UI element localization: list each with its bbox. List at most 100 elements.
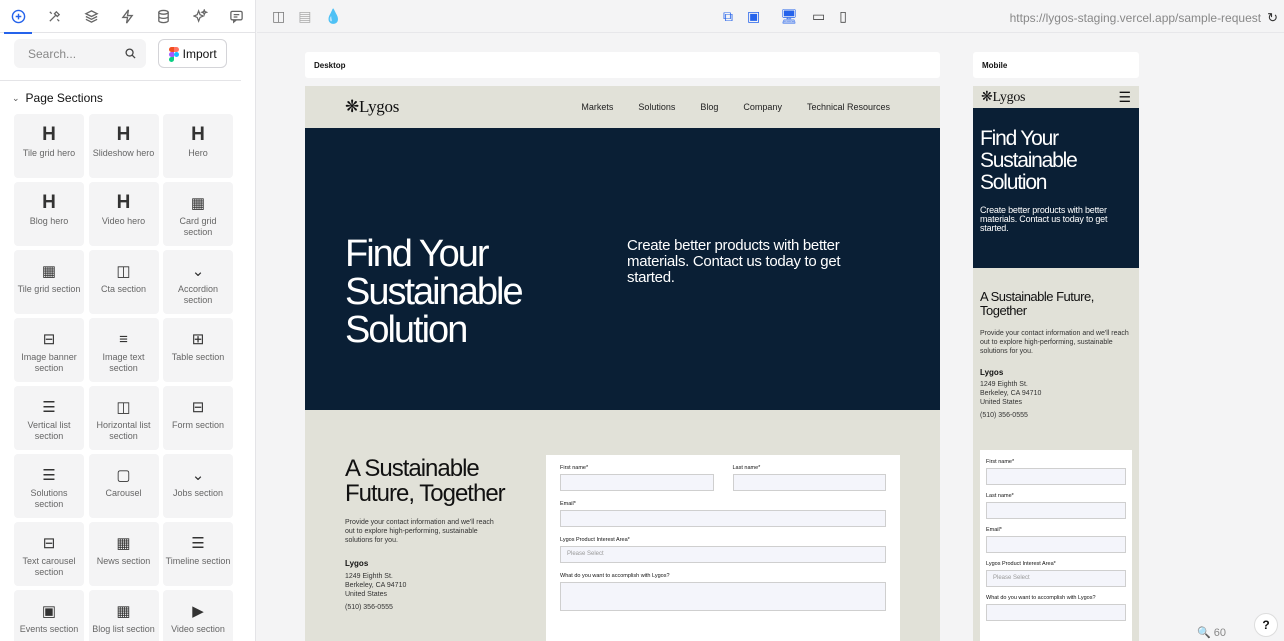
component-label: Image text section <box>102 352 145 373</box>
site-nav-item[interactable]: Blog <box>700 102 718 112</box>
first-name-field[interactable] <box>560 474 714 491</box>
mobile-logo[interactable]: ❋Lygos <box>981 89 1025 106</box>
site-logo[interactable]: ❋Lygos <box>345 97 399 117</box>
component-label: Events section <box>19 624 79 634</box>
component-tile[interactable]: ▶ Video section <box>163 590 233 641</box>
component-icon: ⊟ <box>191 399 205 416</box>
accomplish-textarea[interactable] <box>986 604 1126 621</box>
mobile-phone: (510) 356-0555 <box>980 412 1028 419</box>
component-icon: ⌄ <box>191 467 205 484</box>
contact-title: A Sustainable Future, Together <box>345 455 506 507</box>
component-tile[interactable]: ▦ Tile grid section <box>14 250 84 314</box>
component-icon: ⊟ <box>42 535 56 552</box>
email-field[interactable] <box>986 536 1126 553</box>
first-name-field[interactable] <box>986 468 1126 485</box>
component-label: Timeline section <box>165 556 231 566</box>
component-tile[interactable]: ≡ Image text section <box>88 318 159 382</box>
drop-icon[interactable]: 💧 <box>324 8 341 25</box>
responsive-icon[interactable]: ⧉ <box>723 8 733 25</box>
component-tile[interactable]: ⊞ Table section <box>163 318 233 382</box>
component-icon: ▶ <box>192 603 204 620</box>
component-icon: H <box>42 192 56 213</box>
component-icon: ☰ <box>191 535 205 552</box>
rows-icon[interactable]: ▤ <box>298 8 311 25</box>
address-line: Berkeley, CA 94710 <box>345 582 407 589</box>
site-nav-item[interactable]: Markets <box>581 102 613 112</box>
accomplish-label: What do you want to accomplish with Lygo… <box>986 595 1096 601</box>
tablet-view-icon[interactable]: ▭ <box>812 8 825 25</box>
component-tile[interactable]: ☰ Timeline section <box>163 522 233 586</box>
email-field[interactable] <box>560 510 886 527</box>
preview-url[interactable]: https://lygos-staging.vercel.app/sample-… <box>1010 11 1261 25</box>
refresh-icon[interactable]: ↻ <box>1267 10 1278 26</box>
desktop-view-icon[interactable]: 🖥 <box>780 8 798 25</box>
component-tile[interactable]: H Blog hero <box>14 182 84 246</box>
comment-icon[interactable] <box>219 0 255 33</box>
site-nav-item[interactable]: Company <box>743 102 782 112</box>
address-line: United States <box>980 399 1023 406</box>
component-label: Blog hero <box>29 216 69 226</box>
mobile-preview[interactable]: ❋Lygos ☰ Find Your Sustainable Solution … <box>973 86 1139 641</box>
bolt-icon[interactable] <box>109 0 145 33</box>
component-tile[interactable]: H Slideshow hero <box>88 114 159 178</box>
contact-form: First name* Last name* Email* Lygos Prod… <box>546 455 900 641</box>
site-nav-item[interactable]: Technical Resources <box>807 102 890 112</box>
component-icon: ▦ <box>116 535 131 552</box>
component-tile[interactable]: ▦ Blog list section <box>88 590 159 641</box>
component-tile[interactable]: ☰ Vertical list section <box>14 386 84 450</box>
contact-text: Provide your contact information and we'… <box>345 519 494 544</box>
hamburger-icon[interactable]: ☰ <box>1118 89 1131 106</box>
last-name-field[interactable] <box>732 474 886 491</box>
contact-info: A Sustainable Future, Together Provide y… <box>345 456 545 612</box>
component-tile[interactable]: H Video hero <box>88 182 159 246</box>
tools-icon[interactable] <box>36 0 72 33</box>
component-tile[interactable]: ◫ Cta section <box>88 250 159 314</box>
component-tile[interactable]: ◫ Horizontal list section <box>88 386 159 450</box>
zoom-level[interactable]: 🔍 60 <box>1197 626 1226 639</box>
interest-label: Lygos Product Interest Area* <box>560 537 630 543</box>
component-icon: ▦ <box>116 603 131 620</box>
hero-text: Create better products with better mater… <box>627 237 841 286</box>
layers-icon[interactable] <box>73 0 109 33</box>
chevron-down-icon: ⌄ <box>12 92 20 103</box>
mobile-view-icon[interactable]: ▯ <box>839 8 847 25</box>
desktop-preview[interactable]: ❋Lygos Markets Solutions Blog Company Techni… <box>305 86 940 641</box>
site-nav: ❋Lygos Markets Solutions Blog Company Techni… <box>305 86 940 128</box>
component-icon: ☰ <box>42 399 56 416</box>
component-tile[interactable]: ⌄ Jobs section <box>163 454 233 518</box>
component-tile[interactable]: ▣ Events section <box>14 590 84 641</box>
component-label: Image banner section <box>21 352 77 373</box>
interest-select[interactable]: Please Select <box>986 570 1126 587</box>
component-tile[interactable]: ⊟ Form section <box>163 386 233 450</box>
database-icon[interactable] <box>146 0 182 33</box>
component-icon: ▦ <box>190 195 206 212</box>
site-nav-item[interactable]: Solutions <box>638 102 675 112</box>
component-tile[interactable]: ▦ News section <box>88 522 159 586</box>
component-tile[interactable]: H Hero <box>163 114 233 178</box>
accomplish-textarea[interactable] <box>560 582 886 611</box>
import-label: Import <box>182 46 217 61</box>
hero-section: Find Your Sustainable Solution Create be… <box>305 128 940 410</box>
component-tile[interactable]: ⌄ Accordion section <box>163 250 233 314</box>
import-button[interactable]: Import <box>158 39 227 68</box>
help-button[interactable]: ? <box>1254 613 1278 637</box>
sparkle-icon[interactable] <box>182 0 218 33</box>
component-tile[interactable]: ⊟ Text carousel section <box>14 522 84 586</box>
component-tile[interactable]: H Tile grid hero <box>14 114 84 178</box>
component-tile[interactable]: ▦ Card grid section <box>163 182 233 246</box>
component-icon: H <box>191 124 205 145</box>
columns-icon[interactable]: ◫ <box>272 8 285 25</box>
component-tile[interactable]: ▢ Carousel <box>88 454 159 518</box>
mobile-frame-label: Mobile <box>973 52 1139 78</box>
component-label: Table section <box>171 352 225 362</box>
focus-icon[interactable]: ▣ <box>747 8 760 25</box>
component-tile[interactable]: ⊟ Image banner section <box>14 318 84 382</box>
last-name-field[interactable] <box>986 502 1126 519</box>
interest-select[interactable]: Please Select <box>560 546 886 563</box>
search-input[interactable]: Search... <box>14 39 147 68</box>
page-sections-header[interactable]: ⌄ Page Sections <box>0 81 255 114</box>
component-tile[interactable]: ☰ Solutions section <box>14 454 84 518</box>
add-circle-icon[interactable] <box>0 0 36 34</box>
email-label: Email* <box>560 501 576 507</box>
interest-label: Lygos Product Interest Area* <box>986 561 1056 567</box>
